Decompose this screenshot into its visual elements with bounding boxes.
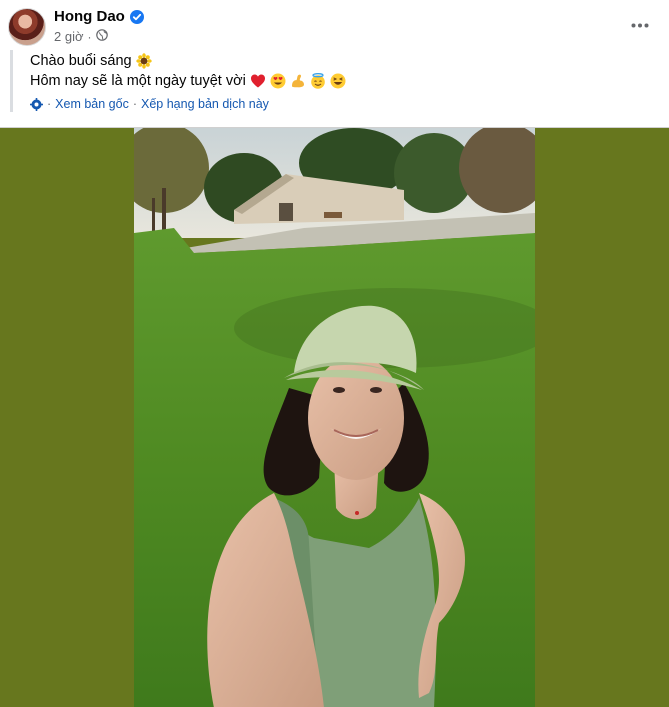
flexed-biceps-emoji (291, 74, 304, 88)
post-line-2-text: Hôm nay sẽ là một ngày tuyệt vời (30, 73, 246, 89)
selfie-photo (134, 128, 535, 707)
smiling-halo-emoji (311, 73, 325, 89)
translate-gear-icon (30, 97, 43, 111)
sunflower-emoji (135, 53, 152, 69)
post-line-1-text: Chào buổi sáng (30, 53, 132, 69)
author-avatar[interactable] (8, 8, 46, 46)
rate-translation-link[interactable]: Xếp hạng bản dịch này (141, 97, 269, 111)
translate-separator-1: · (47, 97, 52, 111)
see-original-link[interactable]: Xem bản gốc (55, 97, 129, 111)
laughing-emoji (330, 73, 346, 89)
heart-eyes-emoji (270, 73, 286, 89)
verified-badge-icon (129, 9, 144, 24)
author-name[interactable]: Hong Dao (54, 8, 125, 25)
translate-separator-2: · (132, 97, 138, 111)
facebook-post: Hong Dao 2 giờ · Chào buổi sáng Hôm nay … (0, 0, 669, 707)
post-photo[interactable] (134, 128, 535, 707)
more-options-button[interactable] (627, 14, 653, 36)
globe-icon[interactable] (95, 29, 108, 44)
more-options-icon (631, 23, 649, 27)
red-heart-emoji (250, 74, 265, 88)
post-time[interactable]: 2 giờ (54, 29, 84, 44)
author-row: Hong Dao (54, 8, 144, 25)
post-media (0, 127, 669, 707)
meta-separator: · (87, 29, 92, 44)
post-header: Hong Dao 2 giờ · (0, 0, 669, 50)
post-text: Chào buổi sáng Hôm nay sẽ là một ngày tu… (10, 50, 650, 112)
post-line-1: Chào buổi sáng (30, 51, 650, 71)
translation-links: · Xem bản gốc · Xếp hạng bản dịch này (30, 97, 650, 111)
post-line-2: Hôm nay sẽ là một ngày tuyệt vời (30, 71, 650, 91)
post-meta: 2 giờ · (54, 29, 108, 44)
